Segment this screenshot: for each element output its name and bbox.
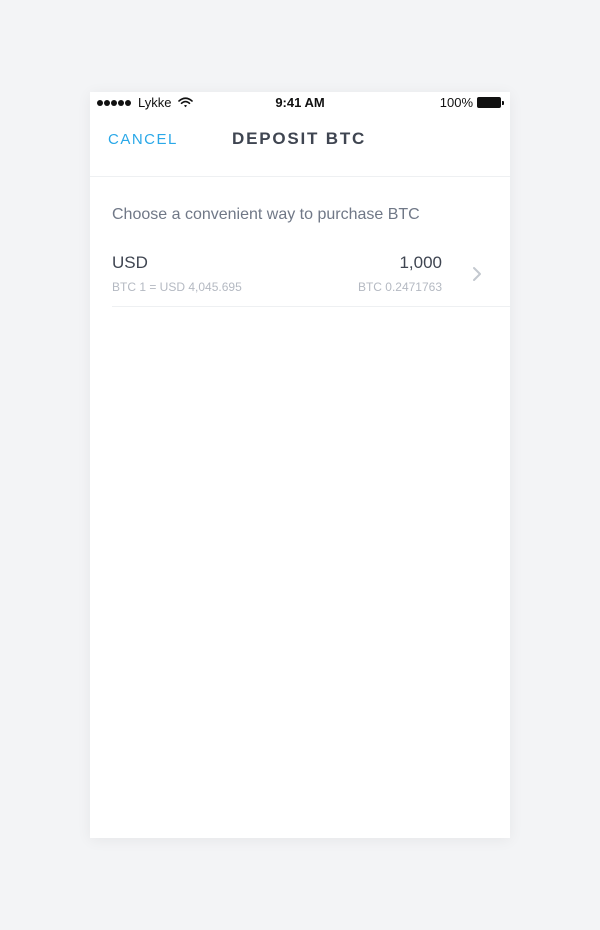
purchase-prompt: Choose a convenient way to purchase BTC <box>112 206 420 223</box>
option-btc-amount: BTC 0.2471763 <box>357 280 442 294</box>
battery-icon <box>477 97 504 108</box>
option-amount: 1,000 <box>399 253 442 272</box>
phone-screen: Lykke 9:41 AM 100% CANCEL DEPOSIT BTC Ch… <box>90 92 510 838</box>
battery-percent: 100% <box>439 95 473 110</box>
option-currency: USD <box>112 253 148 272</box>
nav-bar: CANCEL DEPOSIT BTC <box>90 114 510 177</box>
status-bar: Lykke 9:41 AM 100% <box>90 92 510 114</box>
deposit-option-usd[interactable]: USD BTC 1 = USD 4,045.695 1,000 BTC 0.24… <box>112 247 510 307</box>
cancel-button[interactable]: CANCEL <box>108 131 178 148</box>
page-title: DEPOSIT BTC <box>232 129 367 148</box>
status-right: 100% <box>440 95 504 110</box>
option-rate: BTC 1 = USD 4,045.695 <box>112 280 242 294</box>
chevron-right-icon <box>472 266 482 282</box>
